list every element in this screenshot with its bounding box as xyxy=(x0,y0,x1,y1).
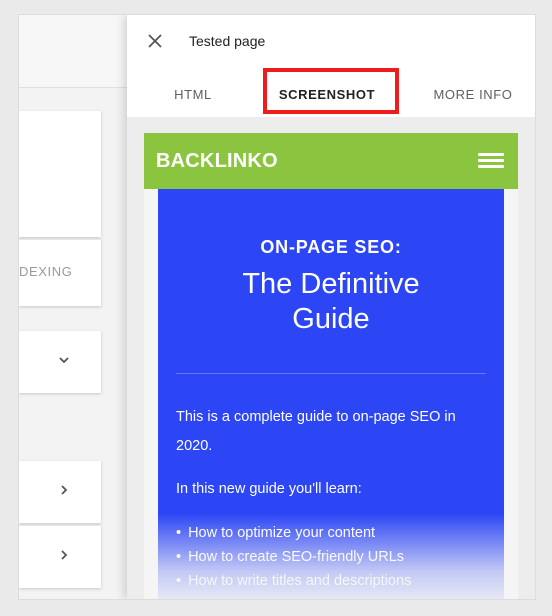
chevron-right-icon xyxy=(61,485,68,495)
background-dropdown-card[interactable] xyxy=(19,331,101,393)
tab-bar: HTML SCREENSHOT MORE INFO xyxy=(127,73,535,117)
hero-card: ON-PAGE SEO: The Definitive Guide This i… xyxy=(158,189,504,599)
tab-more-info[interactable]: MORE INFO xyxy=(415,73,531,117)
background-indexing-card[interactable]: DEXING xyxy=(19,239,101,306)
close-icon xyxy=(148,34,162,48)
chevron-down-icon xyxy=(59,357,69,364)
tab-screenshot[interactable]: SCREENSHOT xyxy=(261,73,393,117)
panel-title: Tested page xyxy=(189,33,266,49)
screenshot-viewer[interactable]: BACKLINKO ON-PAGE SEO: The Definitive Gu… xyxy=(127,117,535,599)
close-button[interactable] xyxy=(145,31,165,51)
list-item: How to create SEO-friendly URLs xyxy=(176,545,496,569)
background-expand-card[interactable] xyxy=(19,461,101,523)
divider xyxy=(176,373,486,374)
hero-kicker: ON-PAGE SEO: xyxy=(260,237,402,257)
tested-page-panel: Tested page HTML SCREENSHOT MORE INFO BA… xyxy=(127,15,535,599)
intro-paragraph: This is a complete guide to on-page SEO … xyxy=(176,409,456,454)
background-expand-card[interactable] xyxy=(19,525,101,588)
hero-title-line: The Definitive xyxy=(242,268,420,300)
chevron-right-icon xyxy=(61,550,68,560)
screenshot-frame: DEXING Tested page HTML SCREENSHOT MORE … xyxy=(18,14,536,600)
indexing-label: DEXING xyxy=(19,264,73,279)
tab-html[interactable]: HTML xyxy=(145,73,241,117)
hero-title-line: Guide xyxy=(292,303,370,335)
hamburger-menu-icon xyxy=(478,153,504,169)
learn-paragraph: In this new guide you'll learn: xyxy=(176,481,362,497)
mobile-page-screenshot: BACKLINKO ON-PAGE SEO: The Definitive Gu… xyxy=(144,133,518,599)
list-item: How to write titles and descriptions xyxy=(176,569,496,593)
hero-title: The Definitive Guide xyxy=(158,267,504,337)
site-logo: BACKLINKO xyxy=(156,150,278,172)
site-header: BACKLINKO xyxy=(144,133,518,189)
background-card xyxy=(19,111,101,237)
list-item: How to optimize your content xyxy=(176,521,496,545)
bullet-list: How to optimize your content How to crea… xyxy=(176,521,496,593)
